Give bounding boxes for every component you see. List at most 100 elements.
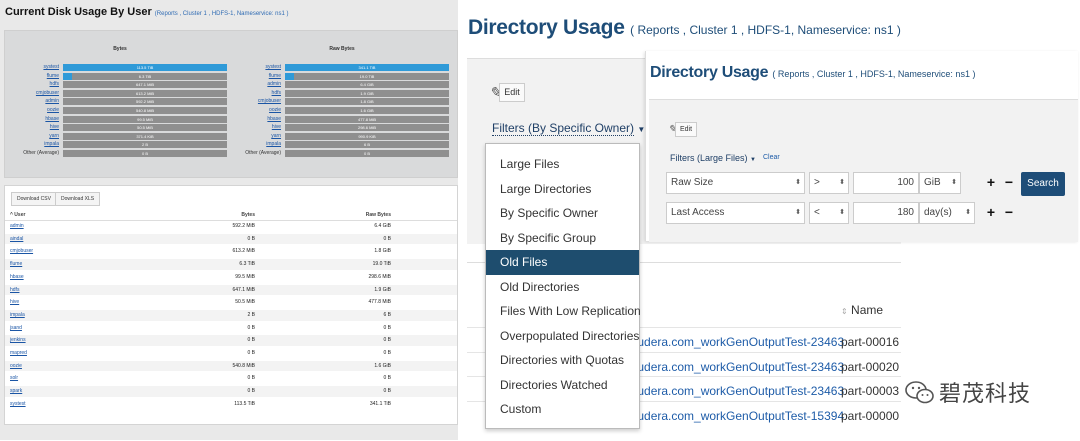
bytes_chart-bar-label[interactable]: yarn (49, 132, 59, 140)
clear-link[interactable]: Clear (763, 154, 780, 161)
download-xls-button[interactable]: Download XLS (55, 192, 101, 206)
filter-dropdown[interactable]: Filters (By Specific Owner) ▼ (492, 121, 645, 136)
menu-item[interactable]: Custom (486, 397, 639, 422)
filter-value-input[interactable]: 180 (853, 202, 919, 224)
user-link[interactable]: hive (10, 297, 19, 308)
filter-field-select[interactable]: Raw Size ⬍ (666, 172, 805, 194)
raw_chart-bar-label[interactable]: systest (265, 63, 281, 71)
menu-item[interactable]: Files With Low Replication (486, 299, 641, 324)
user-link[interactable]: solr (10, 373, 18, 384)
bytes_chart-bar-row: flume 6.3 TiB (11, 72, 229, 81)
raw_chart-bar-label[interactable]: hbase (267, 115, 281, 123)
raw-bytes-bars: systest 341.1 TiB flume 19.0 TiB admin 6.4 Gi… (233, 63, 451, 158)
add-filter-button[interactable]: + (983, 202, 999, 224)
filter-unit-select[interactable]: GiB ⬍ (919, 172, 961, 194)
bytes_chart-bar-row: systest 113.5 TiB (11, 63, 229, 72)
bytes-cell: 0 B (247, 388, 255, 395)
bytes_chart-bar-label[interactable]: hive (50, 123, 59, 131)
raw_chart-bar-label[interactable]: impala (266, 140, 281, 148)
user-link[interactable]: impala (10, 310, 25, 321)
menu-item[interactable]: Large Files (486, 152, 639, 177)
add-filter-button[interactable]: + (983, 172, 999, 194)
bytes_chart-bar-label[interactable]: hdfs (50, 80, 59, 88)
user-link[interactable]: spark (10, 386, 22, 397)
user-link[interactable]: flume (10, 259, 22, 270)
filter-unit-select[interactable]: day(s) ⬍ (919, 202, 975, 224)
edit-button[interactable]: Edit (499, 83, 525, 102)
bytes_chart-bar-label[interactable]: admin (45, 97, 59, 105)
raw_chart-bar-track: 341.1 TiB (285, 64, 449, 71)
search-button[interactable]: Search (1021, 172, 1065, 196)
menu-item[interactable]: Overpopulated Directories (486, 324, 639, 349)
bytes_chart-bar-track: 613.2 MiB (63, 89, 227, 97)
bytes_chart-bar-track: 592.2 MiB (63, 98, 227, 106)
menu-item[interactable]: Directories Watched (486, 373, 639, 398)
filter-field-select[interactable]: Last Access ⬍ (666, 202, 805, 224)
bytes_chart-bar-label[interactable]: hbase (45, 115, 59, 123)
page-title: Directory Usage ( Reports , Cluster 1 , … (650, 64, 976, 81)
updown-icon: ⬍ (839, 209, 845, 216)
bytes_chart-bar-label[interactable]: impala (44, 140, 59, 148)
bytes_chart-bar-label[interactable]: systest (43, 63, 59, 71)
raw_chart-bar-row: admin 6.4 GiB (233, 80, 451, 89)
raw_chart-bar-label[interactable]: hive (272, 123, 281, 131)
raw_chart-bar-label[interactable]: cmjobuser (258, 97, 281, 105)
bytes_chart-bar-value: 592.2 MiB (135, 99, 154, 105)
bytes_chart-bar-label[interactable]: cmjobuser (36, 89, 59, 97)
raw_chart-bar-label[interactable]: hdfs (272, 89, 281, 97)
raw_chart-bar-label[interactable]: flume (269, 72, 281, 80)
menu-item[interactable]: Directories with Quotas (486, 348, 639, 373)
raw_chart-bar-row: oozie 1.6 GiB (233, 106, 451, 115)
raw_chart-bar-label[interactable]: admin (267, 80, 281, 88)
raw_chart-bar-track: 990.9 KiB (285, 132, 449, 140)
raw_chart-bar-label[interactable]: oozie (269, 106, 281, 114)
updown-icon: ⬍ (839, 179, 845, 186)
user-link[interactable]: jsand (10, 323, 22, 334)
col-raw-bytes[interactable]: Raw Bytes (366, 210, 391, 220)
user-link[interactable]: cmjobuser (10, 246, 33, 257)
path-link[interactable]: loudera.com_workGenOutputTest-15394 (628, 402, 844, 430)
col-user[interactable]: ^ User (10, 210, 25, 220)
menu-item[interactable]: By Specific Group (486, 226, 639, 251)
bytes-cell: 113.5 TiB (234, 400, 255, 407)
remove-filter-button[interactable]: − (1001, 202, 1017, 224)
remove-filter-button[interactable]: − (1001, 172, 1017, 194)
raw_chart-bar-label[interactable]: yarn (271, 132, 281, 140)
raw-bytes-cell: 341.1 TiB (369, 400, 391, 407)
menu-item[interactable]: Old Directories (486, 275, 639, 300)
edit-button[interactable]: Edit (675, 122, 697, 137)
user-link[interactable]: admin (10, 221, 24, 232)
user-link[interactable]: oozie (10, 361, 22, 372)
menu-item[interactable]: Large Directories (486, 177, 639, 202)
raw-bytes-cell: 1.6 GiB (374, 362, 391, 369)
raw_chart-bar-track: 19.0 TiB (285, 72, 449, 80)
raw_chart-bar-row: hive 298.6 MiB (233, 123, 451, 132)
raw_chart-bar-value: 1.6 GiB (360, 107, 374, 113)
filter-operator-select[interactable]: < ⬍ (809, 202, 849, 224)
bytes_chart-bar-value: 6.3 TiB (138, 73, 152, 79)
col-bytes[interactable]: Bytes (241, 210, 255, 220)
user-link[interactable]: hdfs (10, 285, 19, 296)
user-link[interactable]: jenkins (10, 335, 26, 346)
user-link[interactable]: mapred (10, 348, 27, 359)
raw_chart-bar-track: 6.4 GiB (285, 81, 449, 89)
bytes_chart-bar-value: 540.8 MiB (135, 107, 154, 113)
bytes_chart-bar-label[interactable]: oozie (47, 106, 59, 114)
col-name-header[interactable]: ⇕ Name (841, 303, 883, 317)
raw_chart-bar-track: 477.8 MiB (285, 115, 449, 123)
user-link[interactable]: hbase (10, 272, 24, 283)
filter-dropdown[interactable]: Filters (Large Files) ▼ (670, 153, 756, 163)
user-link[interactable]: aindal (10, 234, 23, 245)
filter-operator-select[interactable]: > ⬍ (809, 172, 849, 194)
filter-value-input[interactable]: 100 (853, 172, 919, 194)
menu-item[interactable]: Old Files (486, 250, 639, 275)
raw_chart-bar-row: hdfs 1.9 GiB (233, 89, 451, 98)
menu-item[interactable]: By Specific Owner (486, 201, 639, 226)
raw_chart-bar-row: impala 6 B (233, 140, 451, 149)
user-link[interactable]: systest (10, 399, 26, 410)
raw_chart-bar-value: 298.6 MiB (357, 125, 376, 131)
download-csv-button[interactable]: Download CSV (11, 192, 57, 206)
bytes_chart-bar-label[interactable]: flume (47, 72, 59, 80)
bytes_chart-bar-track: 99.5 MiB (63, 115, 227, 123)
bytes-chart-heading: Bytes (113, 46, 127, 52)
